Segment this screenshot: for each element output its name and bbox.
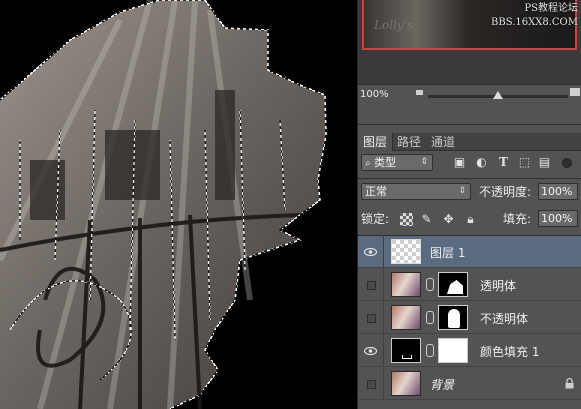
lock-position-icon[interactable]: ✥ <box>442 213 455 226</box>
lock-all-icon[interactable]: 🔒︎ <box>464 213 477 226</box>
layer-name[interactable]: 背景 <box>430 376 454 393</box>
layer-row-layer1[interactable]: 图层 1 <box>358 236 581 268</box>
link-icon[interactable] <box>426 311 434 324</box>
fill-label: 填充: <box>503 212 532 226</box>
layer-row-background[interactable]: 背景 <box>358 368 581 400</box>
filter-type-label: 类型 <box>374 156 397 169</box>
fill-adjustment-icon <box>402 355 412 359</box>
fill-input[interactable]: 100% <box>538 210 578 227</box>
panel-tabs: 图层 路径 通道 <box>358 133 581 151</box>
layer-name[interactable]: 透明体 <box>480 277 516 294</box>
blend-row: 正常 ⇕ 不透明度: 100% <box>358 183 581 203</box>
veil-image <box>0 0 327 409</box>
divider <box>383 302 384 334</box>
lock-transparent-icon[interactable] <box>400 213 413 226</box>
lock-icon <box>565 378 574 389</box>
watermark-line-1: PS教程论坛 <box>524 3 578 14</box>
lock-label: 锁定: <box>361 212 390 226</box>
divider <box>383 269 384 301</box>
type-filter-icon[interactable]: T <box>497 156 510 169</box>
layer-mask-thumbnail[interactable] <box>438 305 468 330</box>
shape-filter-icon[interactable]: ⬚ <box>518 156 531 169</box>
layer-name[interactable]: 颜色填充 1 <box>480 343 539 360</box>
link-icon[interactable] <box>426 344 434 357</box>
image-filter-icon[interactable]: ▣ <box>453 156 466 169</box>
visibility-toggle[interactable] <box>367 314 376 323</box>
blend-mode-value: 正常 <box>365 185 387 198</box>
lock-image-icon[interactable]: ✎ <box>420 213 433 226</box>
zoom-bar: 100% <box>358 84 581 124</box>
divider <box>383 236 384 268</box>
layer-name[interactable]: 图层 1 <box>430 244 465 261</box>
document-canvas[interactable] <box>0 0 357 409</box>
mask-figure <box>448 309 460 328</box>
filter-toggle[interactable] <box>562 158 572 168</box>
zoom-value[interactable]: 100% <box>360 89 389 100</box>
filter-row: ⌕ 类型 ⇕ ▣ ◐ T ⬚ ▤ <box>358 154 581 176</box>
layer-thumbnail[interactable] <box>391 239 421 264</box>
layer-thumbnail[interactable] <box>391 272 421 297</box>
layer-mask-thumbnail[interactable] <box>438 338 468 363</box>
layer-mask-thumbnail[interactable] <box>438 272 468 297</box>
right-panel: Lolly's PS教程论坛 BBS.16XX8.COM 100% 图层 路径 … <box>357 0 581 409</box>
lock-row: 锁定: ✎ ✥ 🔒︎ 填充: 100% <box>358 210 581 230</box>
blend-mode-select[interactable]: 正常 ⇕ <box>361 183 471 200</box>
visibility-toggle[interactable] <box>367 380 376 389</box>
zoom-out-icon[interactable] <box>416 90 423 95</box>
opacity-input[interactable]: 100% <box>538 183 578 200</box>
watermark: PS教程论坛 BBS.16XX8.COM <box>491 2 578 30</box>
smart-object-filter-icon[interactable]: ▤ <box>538 156 551 169</box>
tab-channels[interactable]: 通道 <box>426 133 460 151</box>
fill-thumbnail[interactable] <box>391 338 421 363</box>
layer-row-transparent-body[interactable]: 透明体 <box>358 269 581 301</box>
layer-name[interactable]: 不透明体 <box>480 310 528 327</box>
adjustment-filter-icon[interactable]: ◐ <box>475 156 488 169</box>
layer-row-opaque-body[interactable]: 不透明体 <box>358 302 581 334</box>
updown-caret-icon: ⇕ <box>420 157 428 167</box>
layer-thumbnail[interactable] <box>391 371 421 396</box>
divider <box>383 335 384 367</box>
search-icon: ⌕ <box>365 158 371 169</box>
zoom-in-icon[interactable] <box>570 88 580 96</box>
layers-panel: 图层 路径 通道 ⌕ 类型 ⇕ ▣ ◐ T ⬚ ▤ 正常 ⇕ 不透明度: 100… <box>358 124 581 409</box>
navigator-panel: Lolly's PS教程论坛 BBS.16XX8.COM <box>358 0 581 84</box>
navigator-preview-text: Lolly's <box>374 18 414 32</box>
tab-paths[interactable]: 路径 <box>392 133 426 151</box>
eye-icon[interactable] <box>364 345 377 357</box>
layer-thumbnail[interactable] <box>391 305 421 330</box>
zoom-slider[interactable] <box>428 91 568 99</box>
divider <box>383 368 384 400</box>
zoom-slider-thumb[interactable] <box>493 91 503 99</box>
updown-caret-icon: ⇕ <box>458 186 466 196</box>
link-icon[interactable] <box>426 278 434 291</box>
mask-shape <box>447 280 463 294</box>
watermark-line-2: BBS.16XX8.COM <box>491 17 578 28</box>
layer-row-color-fill[interactable]: 颜色填充 1 <box>358 335 581 367</box>
filter-type-select[interactable]: ⌕ 类型 ⇕ <box>361 154 433 171</box>
opacity-label: 不透明度: <box>479 185 532 199</box>
eye-icon[interactable] <box>364 246 377 258</box>
tab-layers[interactable]: 图层 <box>358 133 394 151</box>
separator <box>358 178 581 179</box>
visibility-toggle[interactable] <box>367 281 376 290</box>
